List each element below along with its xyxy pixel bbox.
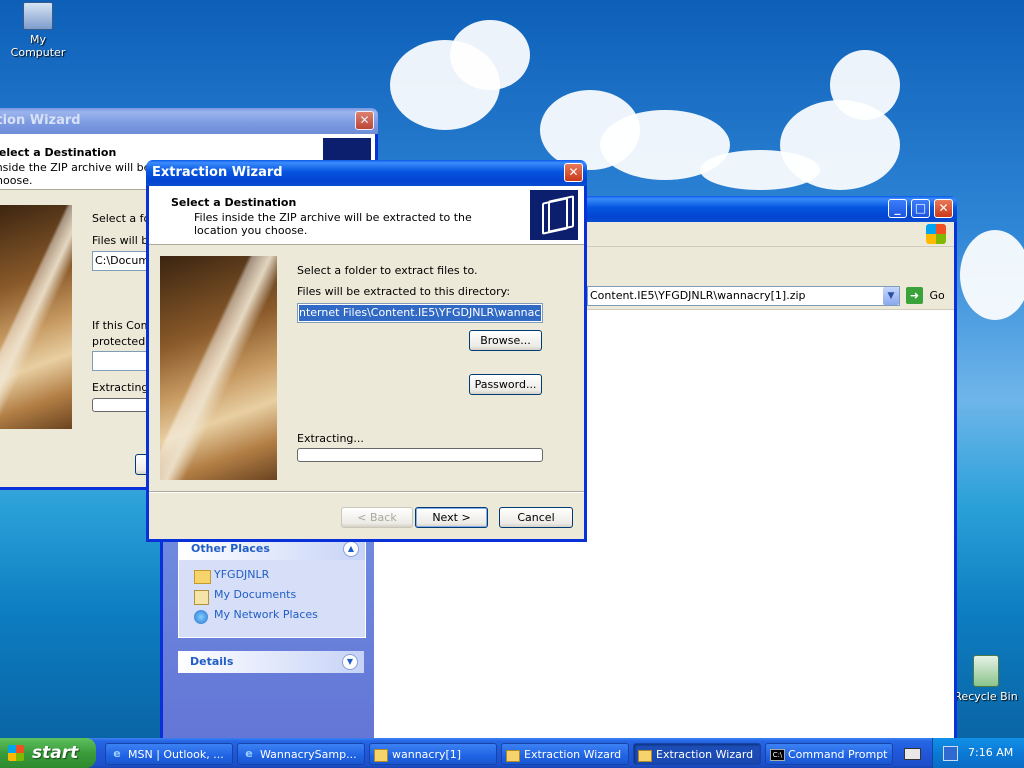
folder-icon xyxy=(638,750,652,762)
taskbar-item-wannacrysample[interactable]: e WannacrySamp... xyxy=(237,743,365,765)
back-wizard-image xyxy=(0,205,72,429)
collapse-chevron-icon: ▲ xyxy=(343,541,359,557)
go-label: Go xyxy=(929,289,945,302)
other-places-item[interactable]: YFGDJNLR xyxy=(179,568,365,586)
taskbar-item-label: Extraction Wizard xyxy=(656,748,754,761)
wizard-titlebar: Extraction Wizard ✕ xyxy=(146,160,587,186)
go-arrow-icon: ➜ xyxy=(906,287,923,304)
wizard-header: Select a Destination Files inside the ZI… xyxy=(149,186,584,245)
taskbar-item-extraction-wizard-2[interactable]: Extraction Wizard xyxy=(633,743,761,765)
minimize-icon: _ xyxy=(894,201,901,215)
go-button[interactable]: ➜ Go xyxy=(906,287,945,305)
start-button[interactable]: start xyxy=(0,738,96,768)
select-folder-label: Select a folder to extract files to. xyxy=(297,264,478,277)
clock: 7:16 AM xyxy=(968,746,1014,759)
taskbar-item-msn-outlook[interactable]: e MSN | Outlook, ... xyxy=(105,743,233,765)
recycle-bin-desktop-icon[interactable]: Recycle Bin xyxy=(950,655,1022,703)
back-wizard-close-button[interactable]: ✕ xyxy=(355,111,374,130)
other-places-link-my-network-places: My Network Places xyxy=(214,608,318,621)
folder-icon xyxy=(194,570,211,584)
back-wizard-titlebar: Extraction Wizard ✕ xyxy=(0,108,378,134)
wizard-description: Files inside the ZIP archive will be ext… xyxy=(194,211,472,237)
address-dropdown-button[interactable]: ▼ xyxy=(883,287,899,305)
wizard-heading: Select a Destination xyxy=(171,196,297,209)
files-directory-label: Files will be extracted to this director… xyxy=(297,285,511,298)
other-places-link-my-documents: My Documents xyxy=(214,588,297,601)
back-button[interactable]: < Back xyxy=(341,507,413,528)
my-documents-icon xyxy=(194,590,209,605)
wizard-close-button[interactable]: ✕ xyxy=(564,163,583,182)
wizard-title: Extraction Wizard xyxy=(152,165,283,180)
extracting-label: Extracting... xyxy=(297,432,364,445)
destination-path-text: nternet Files\Content.IE5\YFGDJNLR\wanna… xyxy=(299,305,541,321)
taskbar-item-label: wannacry[1] xyxy=(392,748,462,761)
wizard-footer-divider xyxy=(149,491,584,493)
maximize-button[interactable]: □ xyxy=(911,199,930,218)
taskbar-item-label: Command Prompt xyxy=(788,748,888,761)
address-input[interactable]: Content.IE5\YFGDJNLR\wannacry[1].zip xyxy=(587,286,900,306)
recycle-bin-label: Recycle Bin xyxy=(954,690,1018,703)
other-places-item[interactable]: My Network Places xyxy=(179,608,365,626)
details-title: Details xyxy=(190,655,234,668)
other-places-link-yfgdjnlr: YFGDJNLR xyxy=(214,568,270,581)
taskbar: start e MSN | Outlook, ... e WannacrySam… xyxy=(0,738,1024,768)
extraction-wizard-dialog: Extraction Wizard ✕ Select a Destination… xyxy=(146,160,587,542)
explorer-close-button[interactable]: ✕ xyxy=(934,199,953,218)
zip-folder-icon xyxy=(530,190,578,240)
next-button[interactable]: Next > xyxy=(415,507,488,528)
windows-logo-icon xyxy=(926,224,946,244)
folder-icon xyxy=(506,750,520,762)
back-wizard-progress-bar xyxy=(92,398,152,412)
details-panel-header[interactable]: Details ▼ xyxy=(178,651,364,673)
minimize-button[interactable]: _ xyxy=(888,199,907,218)
wizard-side-image xyxy=(160,256,277,480)
ie-icon: e xyxy=(245,747,253,760)
system-tray: 7:16 AM xyxy=(932,738,1024,768)
taskbar-item-wannacry-zip[interactable]: wannacry[1] xyxy=(369,743,497,765)
close-icon: ✕ xyxy=(938,201,949,215)
taskbar-item-label: MSN | Outlook, ... xyxy=(128,748,224,761)
recycle-bin-icon xyxy=(973,655,999,687)
back-wizard-password-field[interactable] xyxy=(92,351,152,371)
close-icon: ✕ xyxy=(568,165,579,179)
back-wizard-title: Extraction Wizard xyxy=(0,113,81,128)
start-label: start xyxy=(32,743,79,763)
cancel-button[interactable]: Cancel xyxy=(499,507,573,528)
destination-path-input[interactable]: nternet Files\Content.IE5\YFGDJNLR\wanna… xyxy=(297,303,543,323)
taskbar-item-extraction-wizard-1[interactable]: Extraction Wizard xyxy=(501,743,629,765)
back-wizard-path-field[interactable]: C:\Documents xyxy=(92,251,152,271)
password-button[interactable]: Password... xyxy=(469,374,542,395)
other-places-item[interactable]: My Documents xyxy=(179,588,365,606)
back-wizard-desc-2: choose. xyxy=(0,174,33,187)
expand-chevron-icon: ▼ xyxy=(342,654,358,670)
cmd-icon: C:\ xyxy=(770,749,785,761)
taskbar-item-label: Extraction Wizard xyxy=(524,748,622,761)
ie-icon: e xyxy=(113,747,121,760)
my-computer-desktop-icon[interactable]: My Computer xyxy=(2,2,74,59)
network-tray-icon[interactable] xyxy=(943,746,958,761)
extraction-progress-bar xyxy=(297,448,543,462)
other-places-title: Other Places xyxy=(191,542,270,555)
back-wizard-desc-1: Files inside the ZIP archive will be xyxy=(0,161,151,174)
other-places-panel: Other Places ▲ YFGDJNLR My Documents My … xyxy=(178,538,366,638)
network-places-icon xyxy=(194,610,208,624)
taskbar-item-label: WannacrySamp... xyxy=(260,748,357,761)
keyboard-icon[interactable] xyxy=(904,748,921,760)
browse-button[interactable]: Browse... xyxy=(469,330,542,351)
my-computer-label: My Computer xyxy=(10,33,66,59)
back-wizard-heading: Select a Destination xyxy=(0,146,117,159)
windows-flag-icon xyxy=(8,745,24,761)
taskbar-item-command-prompt[interactable]: C:\ Command Prompt xyxy=(765,743,893,765)
maximize-icon: □ xyxy=(914,201,927,215)
zip-folder-icon xyxy=(374,749,388,762)
computer-icon xyxy=(23,2,53,30)
